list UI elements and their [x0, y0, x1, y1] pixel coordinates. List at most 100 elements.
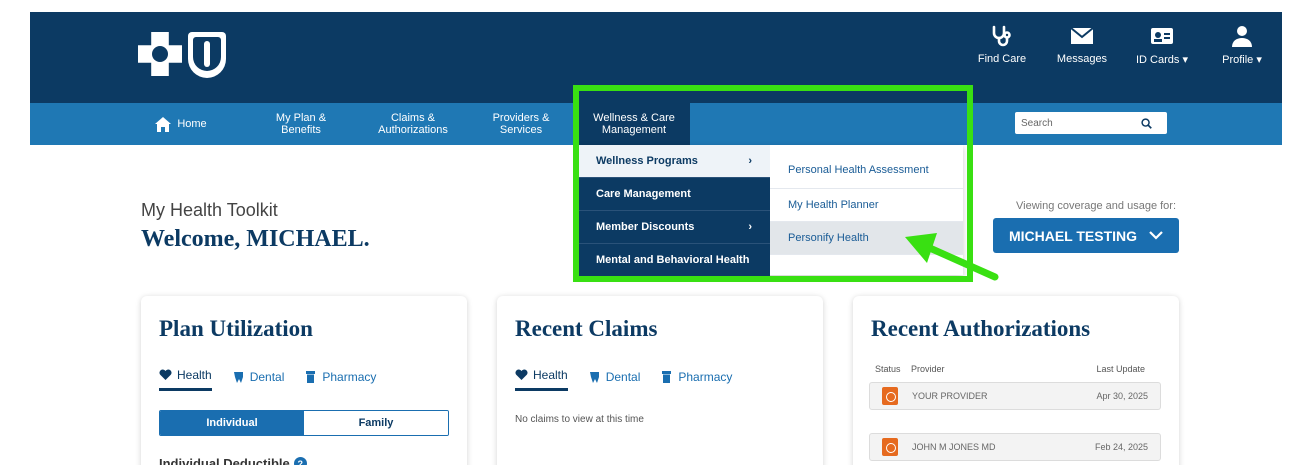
recent-authorizations-card: Recent Authorizations Status Provider La…: [853, 296, 1179, 465]
row-date: Apr 30, 2025: [1096, 391, 1148, 401]
toggle-individual[interactable]: Individual: [160, 411, 304, 435]
tab-dental[interactable]: Dental: [588, 368, 641, 391]
stethoscope-icon: [992, 25, 1011, 47]
claims-card-title: Recent Claims: [515, 316, 658, 341]
deductible-heading: Individual Deductible ?: [159, 456, 307, 465]
heart-icon: [159, 369, 172, 380]
tab-health-label: Health: [177, 368, 212, 382]
header-status: Status: [875, 364, 901, 374]
menu-wellness-programs[interactable]: Wellness Programs ›: [578, 145, 770, 178]
header-band: Find Care Messages ID Cards ▾ Profile ▾: [30, 12, 1282, 103]
nav-providers-label: Providers & Services: [492, 112, 550, 136]
profile-label: Profile ▾: [1222, 54, 1262, 66]
nav-claims-label: Claims & Authorizations: [378, 112, 448, 136]
nav-claims[interactable]: Claims & Authorizations: [368, 103, 458, 145]
tooth-icon: [233, 371, 243, 383]
plan-tabs: Health Dental Pharmacy: [159, 368, 376, 391]
envelope-icon: [1070, 27, 1094, 44]
header-last-update: Last Update: [1096, 364, 1145, 374]
auth-card-title: Recent Authorizations: [871, 316, 1091, 341]
row-provider: JOHN M JONES MD: [912, 442, 996, 452]
coverage-toggle: Individual Family: [159, 410, 449, 436]
clipboard-status-icon: [882, 387, 898, 405]
submenu-personify-health[interactable]: Personify Health: [770, 222, 963, 255]
menu-care-management[interactable]: Care Management: [578, 178, 770, 211]
deductible-label: Individual Deductible: [159, 456, 290, 465]
bcbs-logo[interactable]: [138, 32, 226, 78]
table-row[interactable]: YOUR PROVIDER Apr 30, 2025: [869, 382, 1161, 410]
find-care-link[interactable]: Find Care: [962, 24, 1042, 66]
tab-pharmacy[interactable]: Pharmacy: [304, 368, 376, 391]
table-row[interactable]: JOHN M JONES MD Feb 24, 2025: [869, 433, 1161, 461]
tooth-icon: [589, 371, 599, 383]
recent-claims-card: Recent Claims Health Dental Pharmacy No …: [497, 296, 823, 465]
menu-wellness-programs-label: Wellness Programs: [596, 155, 698, 167]
coverage-user: MICHAEL TESTING: [1008, 227, 1138, 244]
tab-pharmacy[interactable]: Pharmacy: [660, 368, 732, 391]
profile-link[interactable]: Profile ▾: [1202, 24, 1282, 66]
dropdown-submenu: Personal Health Assessment My Health Pla…: [770, 145, 963, 255]
chevron-right-icon: ›: [748, 155, 752, 167]
nav-wellness-label: Wellness & Care Management: [593, 112, 675, 136]
claims-tabs: Health Dental Pharmacy: [515, 368, 732, 391]
coverage-label: Viewing coverage and usage for:: [1016, 200, 1177, 212]
menu-mental-health-label: Mental and Behavioral Health: [596, 254, 750, 266]
menu-care-management-label: Care Management: [596, 188, 691, 200]
cross-logo-icon: [138, 32, 182, 76]
tab-health[interactable]: Health: [159, 368, 212, 391]
nav-home-label: Home: [177, 118, 207, 130]
nav-my-plan-label: My Plan & Benefits: [275, 112, 327, 136]
tab-dental-label: Dental: [249, 369, 285, 384]
tab-pharmacy-label: Pharmacy: [678, 369, 733, 384]
user-icon: [1232, 26, 1252, 47]
id-card-icon: [1151, 28, 1173, 44]
toggle-family[interactable]: Family: [304, 411, 448, 435]
no-claims-message: No claims to view at this time: [515, 414, 644, 425]
submenu-health-planner[interactable]: My Health Planner: [770, 189, 963, 222]
home-icon: [155, 116, 172, 132]
submenu-health-assessment-label: Personal Health Assessment: [788, 163, 929, 176]
info-icon[interactable]: ?: [293, 457, 307, 465]
chevron-down-icon: [1149, 231, 1163, 240]
row-provider: YOUR PROVIDER: [912, 391, 988, 401]
tab-health[interactable]: Health: [515, 368, 568, 391]
dropdown-primary-list: Wellness Programs › Care Management Membe…: [578, 145, 770, 277]
messages-link[interactable]: Messages: [1042, 24, 1122, 66]
tab-dental[interactable]: Dental: [232, 368, 285, 391]
nav-home[interactable]: Home: [146, 103, 216, 145]
header-icon-group: Find Care Messages ID Cards ▾ Profile ▾: [962, 24, 1282, 66]
search-input[interactable]: [1021, 117, 1141, 129]
welcome-heading: Welcome, MICHAEL.: [141, 226, 370, 252]
clipboard-status-icon: [882, 438, 898, 456]
tab-dental-label: Dental: [605, 369, 641, 384]
row-date: Feb 24, 2025: [1094, 442, 1148, 452]
heart-icon: [515, 369, 528, 380]
toolkit-subtitle: My Health Toolkit: [141, 200, 278, 220]
main-nav: Home My Plan & Benefits Claims & Authori…: [30, 103, 1282, 145]
search-box[interactable]: [1015, 112, 1167, 134]
submenu-health-planner-label: My Health Planner: [788, 199, 879, 211]
tab-pharmacy-label: Pharmacy: [322, 369, 377, 384]
id-cards-link[interactable]: ID Cards ▾: [1122, 24, 1202, 66]
top-header: Find Care Messages ID Cards ▾ Profile ▾: [0, 0, 1312, 103]
pill-bottle-icon: [306, 370, 316, 383]
find-care-label: Find Care: [977, 53, 1027, 65]
messages-label: Messages: [1056, 53, 1108, 65]
coverage-selector[interactable]: MICHAEL TESTING: [993, 218, 1179, 253]
plan-card-title: Plan Utilization: [159, 316, 313, 341]
menu-mental-health[interactable]: Mental and Behavioral Health: [578, 244, 770, 277]
id-cards-label: ID Cards ▾: [1136, 54, 1188, 66]
nav-wellness[interactable]: Wellness & Care Management: [578, 103, 690, 145]
nav-my-plan[interactable]: My Plan & Benefits: [266, 103, 336, 145]
submenu-personify-health-label: Personify Health: [788, 232, 869, 244]
shield-logo-icon: [188, 32, 226, 78]
wellness-dropdown: Wellness Programs › Care Management Membe…: [578, 145, 963, 277]
menu-member-discounts[interactable]: Member Discounts ›: [578, 211, 770, 244]
menu-member-discounts-label: Member Discounts: [596, 221, 695, 233]
header-provider: Provider: [911, 364, 945, 374]
pill-bottle-icon: [662, 370, 672, 383]
submenu-health-assessment[interactable]: Personal Health Assessment: [770, 145, 963, 189]
plan-utilization-card: Plan Utilization Health Dental Pharmacy …: [141, 296, 467, 465]
nav-providers[interactable]: Providers & Services: [490, 103, 552, 145]
search-icon[interactable]: [1141, 117, 1152, 129]
